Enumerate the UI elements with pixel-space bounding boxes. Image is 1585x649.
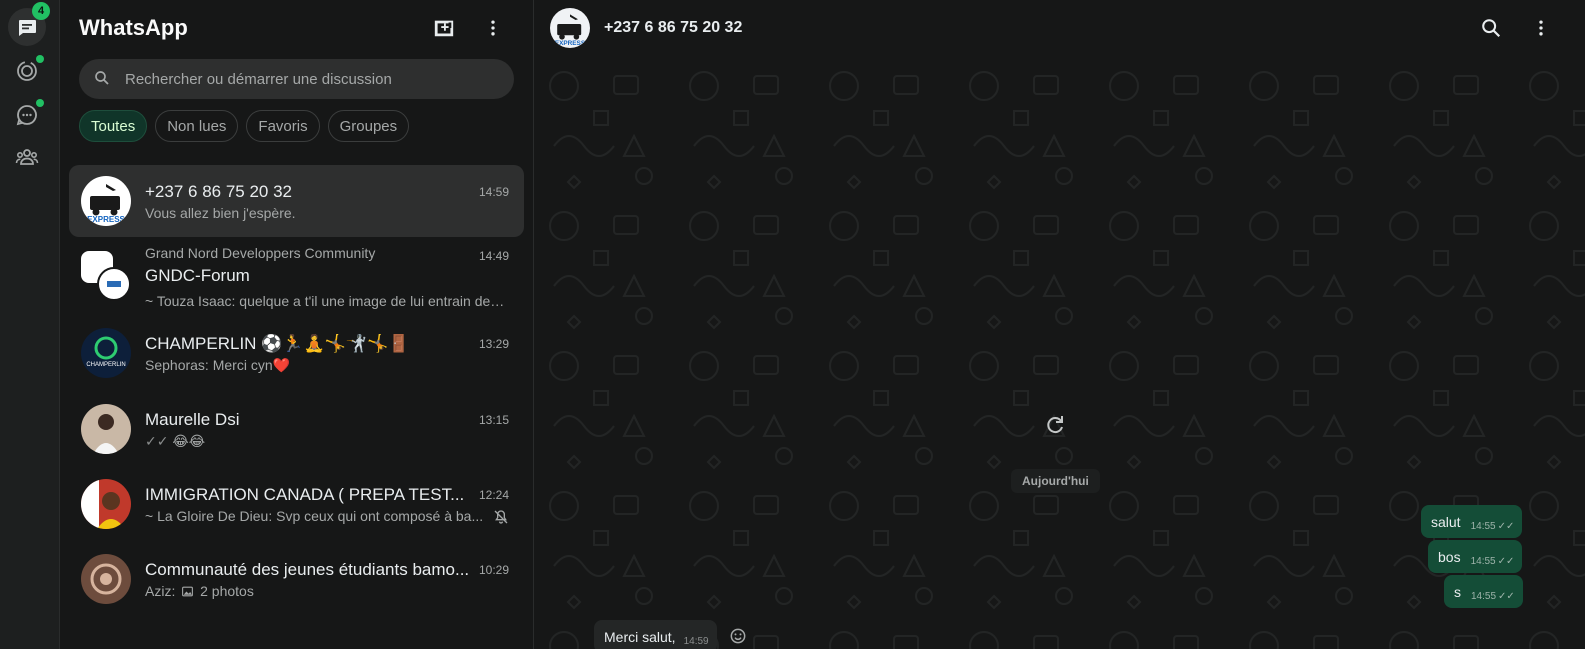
group-avatar: [97, 267, 131, 301]
more-vertical-icon: [491, 20, 495, 36]
message-meta: 14:55 ✓✓: [1471, 521, 1515, 532]
svg-text:EXPRESS: EXPRESS: [87, 215, 125, 224]
conversation-pane: EXPRESS +237 6 86 75 20 32 Aujourd'hui s…: [534, 0, 1585, 649]
emoji-icon: [730, 628, 746, 644]
search-input[interactable]: [125, 70, 485, 88]
chat-name: IMMIGRATION CANADA ( PREPA TEST...: [145, 485, 465, 504]
message-time: 14:55: [1470, 521, 1496, 532]
chat-name: Maurelle Dsi: [145, 410, 240, 429]
chat-last-message: ~ La Gloire De Dieu: Svp ceux qui ont co…: [145, 508, 484, 524]
message-time: 14:59: [683, 636, 709, 647]
contact-avatar[interactable]: EXPRESS: [550, 8, 590, 48]
read-receipt-icon: ✓✓: [1497, 556, 1515, 567]
search-in-chat-button[interactable]: [1477, 14, 1505, 42]
status-nav-button[interactable]: [8, 52, 46, 90]
conversation-header[interactable]: EXPRESS +237 6 86 75 20 32: [534, 0, 1585, 56]
chat-time: 10:29: [478, 563, 509, 577]
chat-list: EXPRESS +237 6 86 75 20 32 14:59 Vous al…: [69, 165, 524, 615]
muted-icon: [493, 509, 509, 530]
read-receipt-icon: ✓✓: [1498, 591, 1515, 602]
incoming-message[interactable]: Merci salut, 14:59: [594, 620, 717, 649]
avatar: EXPRESS: [81, 176, 131, 226]
filter-favorites[interactable]: Favoris: [246, 110, 320, 142]
chat-item[interactable]: IMMIGRATION CANADA ( PREPA TEST... 12:24…: [69, 468, 524, 540]
communities-nav-button[interactable]: [8, 138, 46, 176]
chat-last-message: Sephoras: Merci cyn❤️: [145, 357, 291, 373]
message-text: salut: [1431, 513, 1461, 530]
chat-menu-button[interactable]: [1527, 14, 1555, 42]
chat-item[interactable]: Communauté des jeunes étudiants bamo... …: [69, 543, 524, 615]
message-sender: Aziz:: [145, 583, 176, 599]
chat-name: Communauté des jeunes étudiants bamo...: [145, 560, 470, 579]
message-time: 14:55: [1470, 556, 1496, 567]
more-vertical-icon: [1539, 20, 1543, 36]
search-icon: [93, 69, 113, 89]
read-receipt-icon: ✓✓: [145, 433, 173, 449]
svg-text:EXPRESS: EXPRESS: [555, 40, 586, 47]
channels-indicator-dot: [36, 99, 44, 107]
filter-unread[interactable]: Non lues: [155, 110, 239, 142]
avatar: [81, 479, 131, 529]
unread-badge: 4: [32, 2, 50, 20]
chat-time: 14:49: [478, 249, 509, 263]
channels-nav-button[interactable]: [8, 96, 46, 134]
filter-chips: Toutes Non lues Favoris Groupes: [79, 110, 410, 142]
chat-sidebar: WhatsApp Toutes Non lues Favoris Groupes: [60, 0, 534, 649]
chat-last-message: ✓✓ 😂😂: [145, 433, 507, 450]
read-receipt-icon: ✓✓: [1497, 521, 1515, 532]
chat-item[interactable]: CHAMPERLIN CHAMPERLIN ⚽🏃🧘🤸🤺🤸🚪 13:29 Seph…: [69, 317, 524, 389]
chat-time: 13:29: [478, 337, 509, 351]
message-meta: 14:55 ✓✓: [1471, 556, 1515, 567]
search-bar[interactable]: [79, 59, 514, 99]
chat-time: 13:15: [478, 413, 509, 427]
outgoing-message[interactable]: salut 14:55 ✓✓: [1421, 505, 1523, 538]
photo-icon: [182, 586, 194, 597]
message-text: bos: [1438, 548, 1461, 565]
sidebar-header: WhatsApp: [60, 0, 533, 56]
avatar: [81, 554, 131, 604]
message-attachment-text: 2 photos: [200, 583, 254, 599]
chat-time: 14:59: [478, 185, 509, 199]
message-meta: 14:55 ✓✓: [1471, 591, 1515, 602]
chat-item[interactable]: Maurelle Dsi 13:15 ✓✓ 😂😂: [69, 393, 524, 465]
svg-text:CHAMPERLIN: CHAMPERLIN: [86, 362, 125, 368]
chat-item[interactable]: EXPRESS +237 6 86 75 20 32 14:59 Vous al…: [69, 165, 524, 237]
communities-icon: [15, 149, 39, 165]
chat-name: GNDC-Forum: [145, 266, 250, 285]
status-indicator-dot: [36, 55, 44, 63]
react-button[interactable]: [728, 626, 748, 646]
chat-name: CHAMPERLIN ⚽🏃🧘🤸🤺🤸🚪: [145, 334, 410, 353]
filter-all[interactable]: Toutes: [79, 110, 148, 142]
chat-last-message: Vous allez bien j'espère.: [145, 205, 296, 221]
chat-last-message-text: 😂😂: [172, 433, 206, 449]
chat-time: 12:24: [478, 488, 509, 502]
chat-item[interactable]: Grand Nord Developpers Community GNDC-Fo…: [69, 237, 524, 323]
chat-last-message: Aziz: 2 photos: [145, 583, 507, 599]
contact-name: +237 6 86 75 20 32: [604, 19, 743, 36]
refresh-icon: [1047, 416, 1063, 434]
outgoing-message[interactable]: s 14:55 ✓✓: [1444, 575, 1523, 608]
message-text: s: [1454, 583, 1461, 600]
channels-icon: [16, 105, 37, 126]
load-older-messages-button[interactable]: [1043, 413, 1067, 437]
outgoing-message[interactable]: bos 14:55 ✓✓: [1428, 540, 1523, 573]
new-chat-icon: [434, 20, 454, 37]
chat-last-message: ~ Touza Isaac: quelque a t'il une image …: [145, 293, 507, 309]
message-time: 14:55: [1471, 591, 1497, 602]
avatar: CHAMPERLIN: [81, 328, 131, 378]
date-separator: Aujourd'hui: [1011, 469, 1100, 493]
sidebar-menu-button[interactable]: [479, 14, 507, 42]
chats-nav-button[interactable]: 4: [8, 2, 50, 46]
status-icon: [17, 61, 37, 81]
nav-rail: 4: [0, 0, 60, 649]
app-title: WhatsApp: [79, 15, 188, 40]
search-icon: [1482, 19, 1501, 38]
message-text: Merci salut,: [604, 628, 676, 645]
avatar: [81, 404, 131, 454]
community-name: Grand Nord Developpers Community: [145, 245, 376, 261]
new-chat-button[interactable]: [430, 14, 458, 42]
filter-groups[interactable]: Groupes: [327, 110, 410, 142]
chat-name: +237 6 86 75 20 32: [145, 182, 292, 201]
